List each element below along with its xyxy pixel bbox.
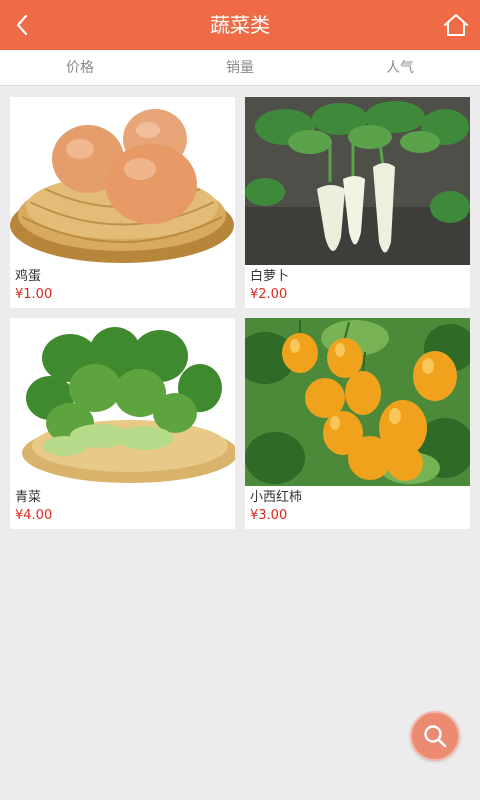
home-button[interactable] xyxy=(432,0,480,50)
sort-bar: 价格 销量 人气 xyxy=(0,50,480,86)
product-price: ¥2.00 xyxy=(250,287,288,302)
product-price: ¥3.00 xyxy=(250,508,288,523)
product-price: ¥4.00 xyxy=(15,508,53,523)
sort-tab-popularity[interactable]: 人气 xyxy=(320,50,480,86)
eggs-image xyxy=(10,97,235,265)
white-radish-image xyxy=(245,97,470,265)
product-grid: 鸡蛋 ¥1.00 白萝卜 ¥2.00 青菜 ¥4.00 小西红柿 ¥3.00 xyxy=(10,97,470,529)
product-price: ¥1.00 xyxy=(15,287,53,302)
sort-tab-price[interactable]: 价格 xyxy=(0,50,160,86)
product-name: 小西红柿 xyxy=(250,490,303,505)
product-name: 青菜 xyxy=(15,490,42,505)
product-name: 鸡蛋 xyxy=(15,269,42,284)
search-icon xyxy=(424,725,447,748)
product-card-white-radish[interactable]: 白萝卜 ¥2.00 xyxy=(245,97,470,308)
home-icon xyxy=(444,14,468,36)
product-card-cherry-tomatoes[interactable]: 小西红柿 ¥3.00 xyxy=(245,318,470,529)
sort-tab-sales[interactable]: 销量 xyxy=(160,50,320,86)
cherry-tomatoes-image xyxy=(245,318,470,486)
product-name: 白萝卜 xyxy=(250,269,290,284)
search-fab-button[interactable] xyxy=(410,711,460,761)
product-card-eggs[interactable]: 鸡蛋 ¥1.00 xyxy=(10,97,235,308)
product-card-bok-choy[interactable]: 青菜 ¥4.00 xyxy=(10,318,235,529)
bok-choy-image xyxy=(10,318,235,486)
page-title: 蔬菜类 xyxy=(210,13,270,37)
header-bar: 蔬菜类 xyxy=(0,0,480,50)
